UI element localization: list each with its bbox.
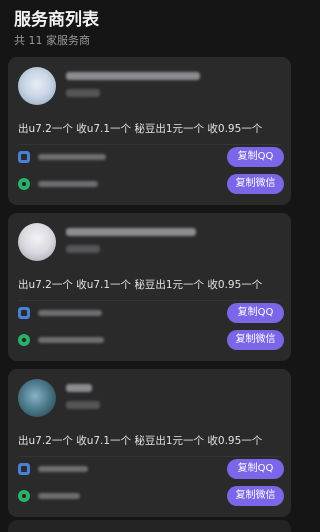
provider-card[interactable]: 出u7.2一个 收u7.1一个 秘豆出1元一个 收0.95一个 复制QQ 复制微… [8, 369, 291, 517]
copy-qq-button[interactable]: 复制QQ [227, 147, 284, 167]
wechat-icon [18, 490, 30, 502]
provider-count: 共 11 家服务商 [14, 34, 90, 47]
qq-number-redacted [38, 466, 88, 472]
provider-description: 出u7.2一个 收u7.1一个 秘豆出1元一个 收0.95一个 [18, 123, 263, 135]
provider-tag-redacted [66, 401, 100, 409]
wechat-id-redacted [38, 181, 98, 187]
avatar [18, 67, 56, 105]
avatar [18, 223, 56, 261]
page-header: 服务商列表 共 11 家服务商 [0, 0, 300, 48]
provider-description: 出u7.2一个 收u7.1一个 秘豆出1元一个 收0.95一个 [18, 279, 263, 291]
provider-name-redacted [66, 384, 92, 392]
provider-tag-redacted [66, 89, 100, 97]
wechat-icon [18, 334, 30, 346]
page-title: 服务商列表 [14, 10, 99, 30]
qq-icon [18, 463, 30, 475]
provider-card[interactable]: 出u7.2一个 收u7.1一个 秘豆出1元一个 收0.95一个 复制QQ 复制微… [8, 213, 291, 361]
divider [18, 456, 281, 457]
copy-qq-button[interactable]: 复制QQ [227, 303, 284, 323]
provider-tag-redacted [66, 245, 100, 253]
provider-name-redacted [66, 228, 196, 236]
qq-number-redacted [38, 310, 102, 316]
avatar [18, 379, 56, 417]
qq-icon [18, 307, 30, 319]
copy-qq-button[interactable]: 复制QQ [227, 459, 284, 479]
copy-wechat-button[interactable]: 复制微信 [227, 486, 284, 506]
wechat-id-redacted [38, 337, 104, 343]
qq-number-redacted [38, 154, 106, 160]
provider-card[interactable]: 出u7.2一个 收u7.1一个 秘豆出1元一个 收0.95一个 复制QQ 复制微… [8, 57, 291, 205]
divider [18, 144, 281, 145]
copy-wechat-button[interactable]: 复制微信 [227, 174, 284, 194]
provider-name-redacted [66, 72, 200, 80]
copy-wechat-button[interactable]: 复制微信 [227, 330, 284, 350]
wechat-icon [18, 178, 30, 190]
wechat-id-redacted [38, 493, 80, 499]
next-card-peek [8, 520, 291, 532]
provider-description: 出u7.2一个 收u7.1一个 秘豆出1元一个 收0.95一个 [18, 435, 263, 447]
qq-icon [18, 151, 30, 163]
divider [18, 300, 281, 301]
